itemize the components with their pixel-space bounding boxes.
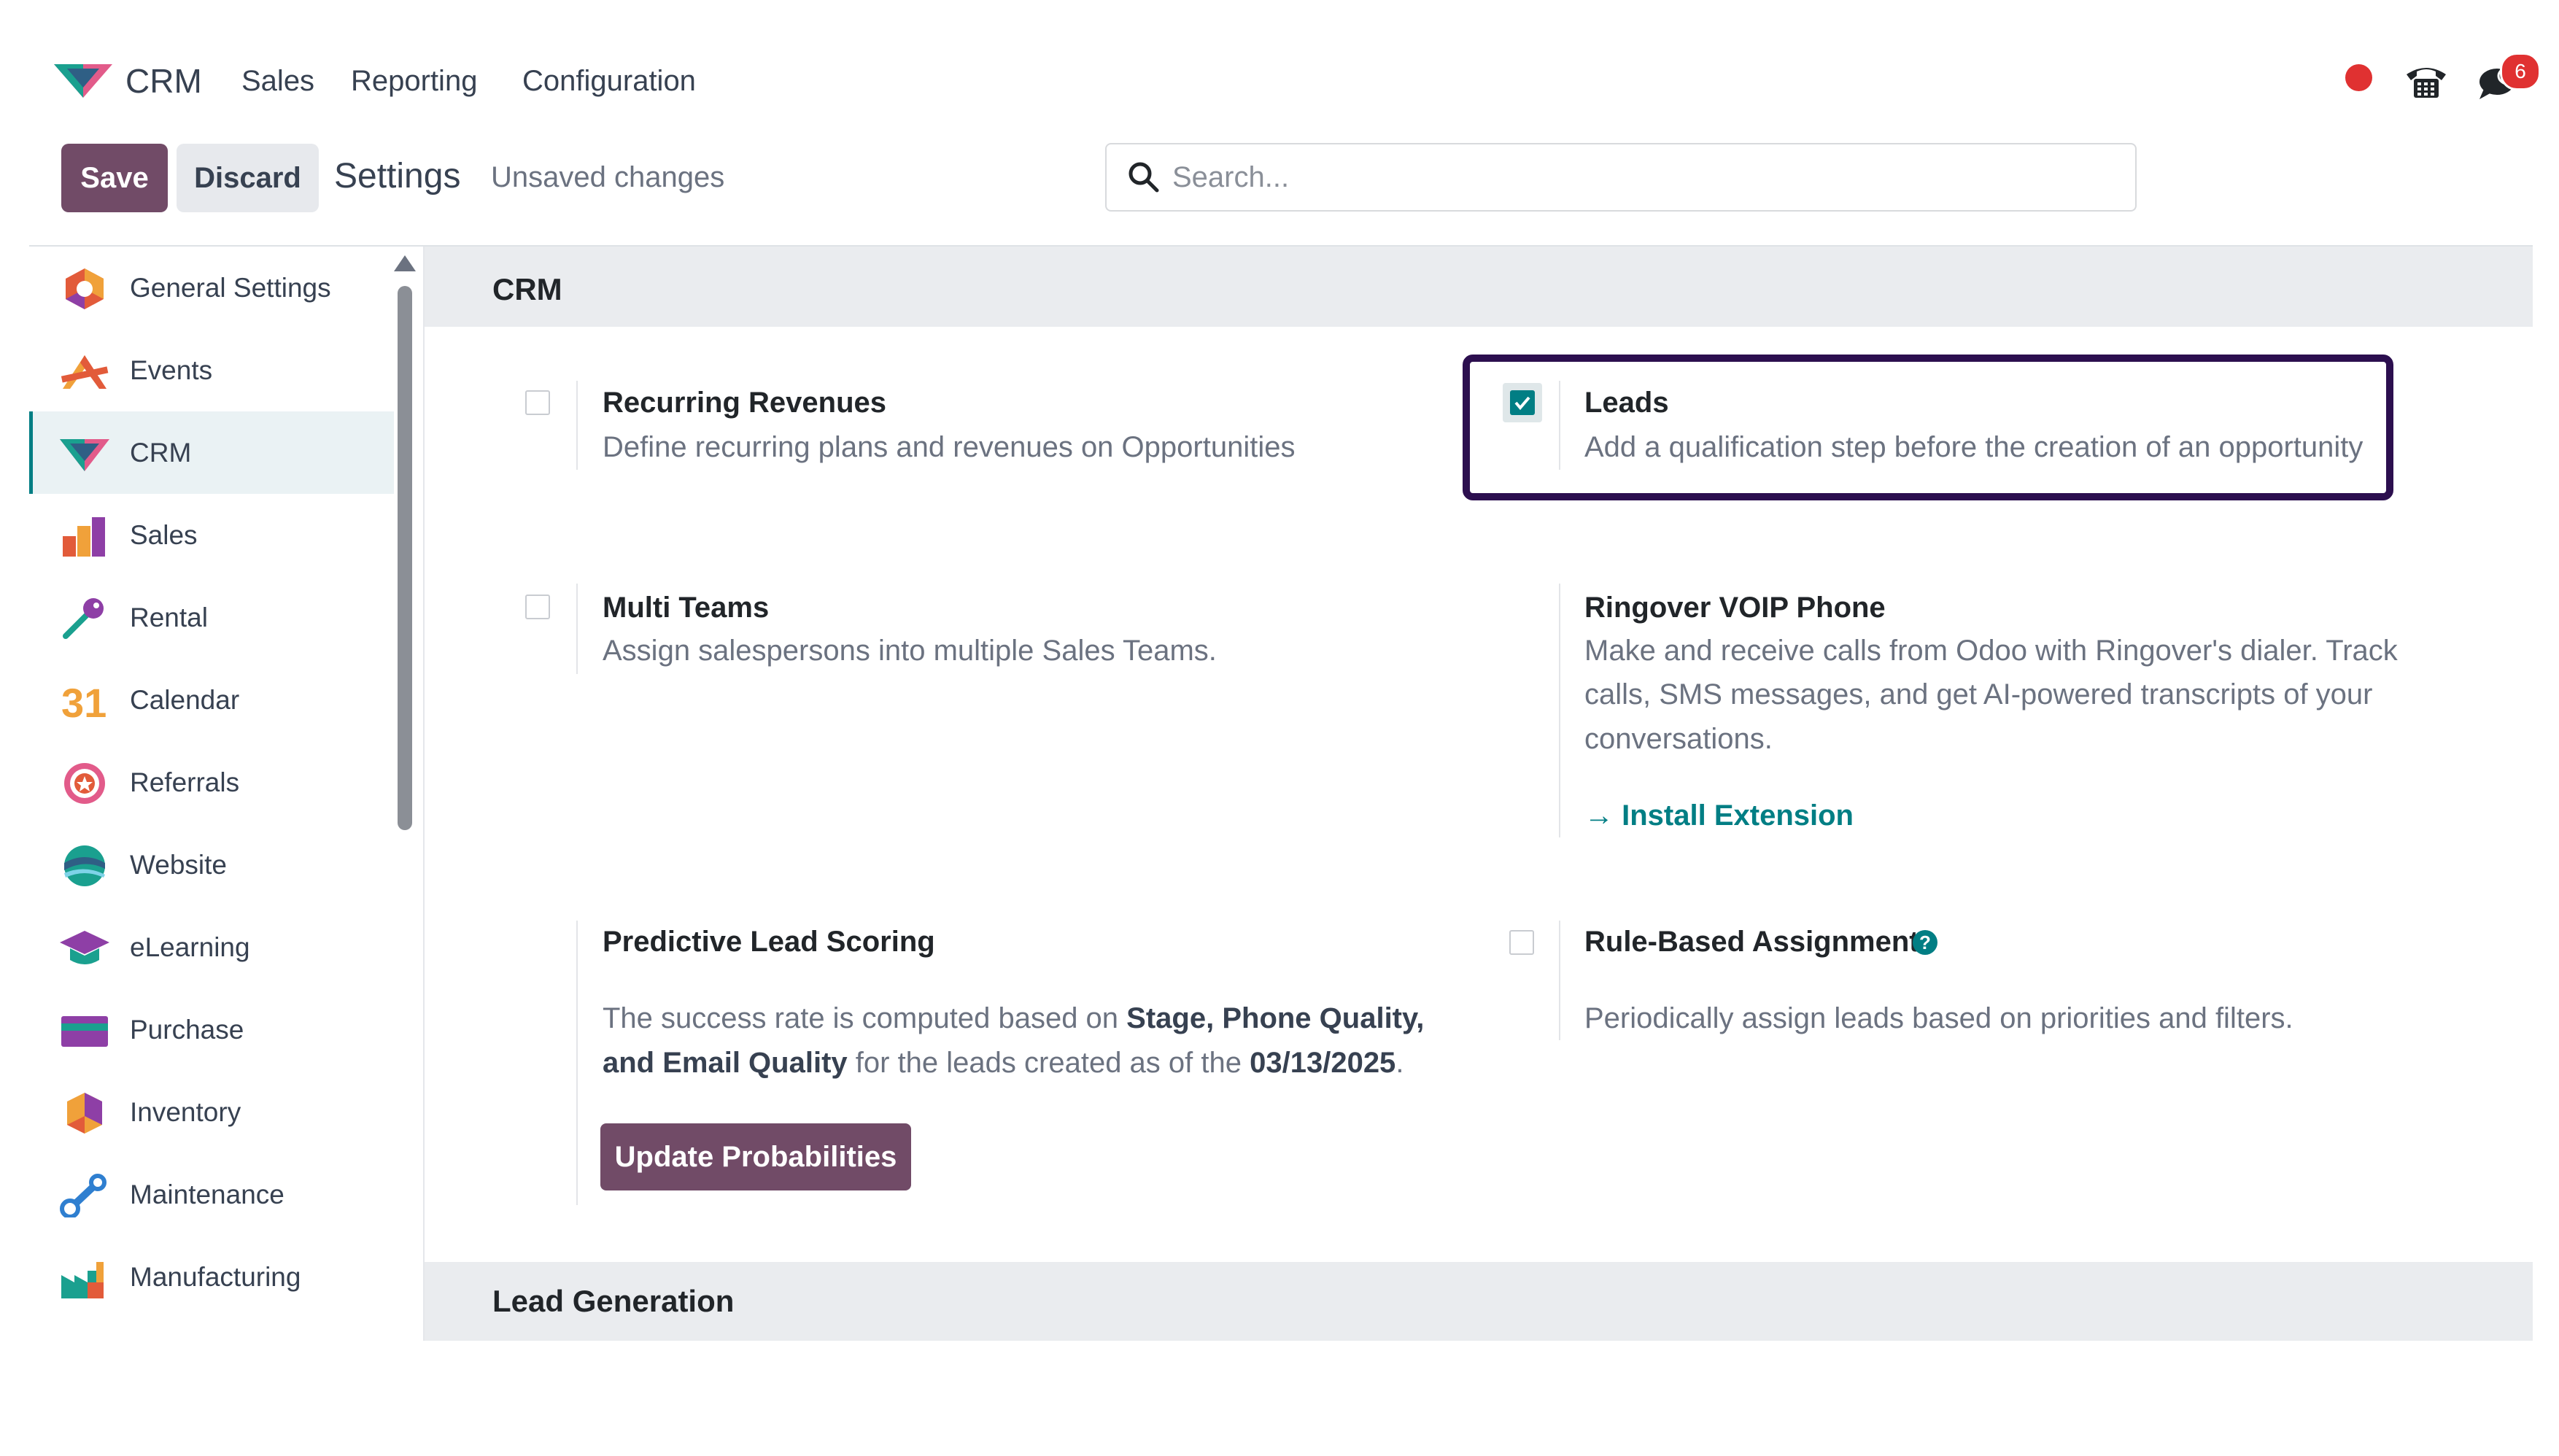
predictive-title: Predictive Lead Scoring xyxy=(603,926,935,958)
rule-based-assignment-checkbox[interactable] xyxy=(1509,930,1534,955)
predictive-text: The success rate is computed based on xyxy=(603,1002,1127,1034)
phone-icon[interactable] xyxy=(2404,60,2449,101)
ringover-desc-line2: calls, SMS messages, and get AI-powered … xyxy=(1584,678,2373,710)
page-title: Settings xyxy=(334,157,461,195)
leads-title: Leads xyxy=(1584,387,1669,419)
multi-teams-title: Multi Teams xyxy=(603,592,770,624)
discard-button[interactable]: Discard xyxy=(177,144,319,212)
sidebar-item-referrals[interactable]: Referrals xyxy=(29,741,394,824)
leads-checkbox[interactable] xyxy=(1510,390,1535,415)
rule-based-title: Rule-Based Assignment xyxy=(1584,926,1919,958)
rule-based-desc: Periodically assign leads based on prior… xyxy=(1584,1002,2293,1034)
predictive-date: 03/13/2025 xyxy=(1250,1047,1396,1079)
scroll-up-arrow-icon[interactable] xyxy=(394,255,416,271)
menu-reporting[interactable]: Reporting xyxy=(351,60,477,102)
website-icon xyxy=(64,845,105,886)
sidebar-item-general-settings[interactable]: General Settings xyxy=(29,247,394,329)
divider xyxy=(1559,381,1560,470)
search-input[interactable] xyxy=(1171,150,2122,205)
manufacturing-icon xyxy=(61,1262,104,1298)
install-extension-label: Install Extension xyxy=(1622,799,1854,832)
events-icon xyxy=(61,355,109,389)
search-icon xyxy=(1128,162,1159,193)
install-extension-link[interactable]: → Install Extension xyxy=(1584,796,1854,835)
sidebar-item-elearning[interactable]: eLearning xyxy=(29,906,394,988)
elearning-icon xyxy=(60,931,109,964)
purchase-icon xyxy=(61,1016,108,1047)
section-header-crm xyxy=(425,247,2533,327)
predictive-desc-line2: and Email Quality for the leads created … xyxy=(603,1041,1404,1085)
divider xyxy=(576,381,578,470)
sidebar-item-inventory[interactable]: Inventory xyxy=(29,1071,394,1153)
sidebar-item-purchase[interactable]: Purchase xyxy=(29,988,394,1071)
divider xyxy=(576,921,578,1205)
predictive-desc-line1: The success rate is computed based on St… xyxy=(603,996,1424,1041)
rental-icon xyxy=(63,598,104,639)
svg-text:31: 31 xyxy=(61,680,107,723)
sidebar-item-sales[interactable]: Sales xyxy=(29,494,394,576)
predictive-text: . xyxy=(1395,1047,1404,1079)
update-probabilities-button[interactable]: Update Probabilities xyxy=(600,1123,911,1190)
sidebar-item-label: eLearning xyxy=(130,932,250,962)
sidebar-item-label: Calendar xyxy=(130,685,240,715)
sidebar-item-label: CRM xyxy=(130,438,192,468)
divider xyxy=(1559,921,1560,1040)
recurring-revenues-checkbox[interactable] xyxy=(525,390,550,415)
sidebar-item-label: Referrals xyxy=(130,767,240,797)
predictive-bold: Stage, Phone Quality, xyxy=(1126,1002,1425,1034)
section-title-lead-generation: Lead Generation xyxy=(492,1284,735,1318)
section-title-crm: CRM xyxy=(492,272,562,306)
arrow-right-icon: → xyxy=(1584,799,1614,832)
ringover-desc-line1: Make and receive calls from Odoo with Ri… xyxy=(1584,635,2398,667)
chat-badge: 6 xyxy=(2500,53,2541,90)
crm-logo-icon[interactable] xyxy=(53,58,114,101)
ringover-title: Ringover VOIP Phone xyxy=(1584,592,1886,624)
sidebar-item-label: Website xyxy=(130,850,227,880)
predictive-bold: and Email Quality xyxy=(603,1047,848,1079)
settings-sidebar: General Settings Events CRM Sales Rental… xyxy=(29,247,425,1341)
calendar-icon: 31 xyxy=(61,680,107,723)
sidebar-item-maintenance[interactable]: Maintenance xyxy=(29,1153,394,1236)
section-header-lead-generation xyxy=(425,1262,2533,1341)
sidebar-item-label: Sales xyxy=(130,520,198,550)
sidebar-scrollbar[interactable] xyxy=(398,286,412,830)
divider xyxy=(1559,584,1560,837)
predictive-text: for the leads created as of the xyxy=(847,1047,1250,1079)
sidebar-item-calendar[interactable]: 31 Calendar xyxy=(29,659,394,741)
menu-sales[interactable]: Sales xyxy=(241,60,314,102)
inventory-icon xyxy=(67,1093,102,1134)
divider xyxy=(576,584,578,674)
sidebar-item-label: Events xyxy=(130,355,213,385)
multi-teams-checkbox[interactable] xyxy=(525,595,550,619)
save-button[interactable]: Save xyxy=(61,144,168,212)
help-icon[interactable]: ? xyxy=(1913,930,1937,955)
sidebar-item-label: Manufacturing xyxy=(130,1262,301,1292)
general-settings-icon xyxy=(66,268,104,309)
sidebar-item-crm[interactable]: CRM xyxy=(29,411,394,494)
sidebar-item-label: Maintenance xyxy=(130,1180,284,1209)
recording-dot-icon[interactable] xyxy=(2345,64,2372,91)
sidebar-item-label: Inventory xyxy=(130,1097,241,1127)
menu-configuration[interactable]: Configuration xyxy=(522,60,696,102)
leads-desc: Add a qualification step before the crea… xyxy=(1584,431,2364,463)
sales-icon xyxy=(63,517,105,557)
sidebar-item-label: Purchase xyxy=(130,1015,244,1045)
multi-teams-desc: Assign salespersons into multiple Sales … xyxy=(603,635,1217,667)
sidebar-item-label: Rental xyxy=(130,603,208,632)
crm-icon xyxy=(60,439,109,471)
sidebar-item-rental[interactable]: Rental xyxy=(29,576,394,659)
referrals-icon xyxy=(64,763,105,804)
sidebar-item-website[interactable]: Website xyxy=(29,824,394,906)
recurring-revenues-title: Recurring Revenues xyxy=(603,387,887,419)
app-name[interactable]: CRM xyxy=(125,60,202,102)
sidebar-item-label: General Settings xyxy=(130,273,331,303)
sidebar-item-manufacturing[interactable]: Manufacturing xyxy=(29,1236,394,1318)
sidebar-item-events[interactable]: Events xyxy=(29,329,394,411)
ringover-desc-line3: conversations. xyxy=(1584,723,1773,755)
recurring-revenues-desc: Define recurring plans and revenues on O… xyxy=(603,431,1296,463)
maintenance-icon xyxy=(60,1174,107,1217)
unsaved-status: Unsaved changes xyxy=(491,161,725,193)
